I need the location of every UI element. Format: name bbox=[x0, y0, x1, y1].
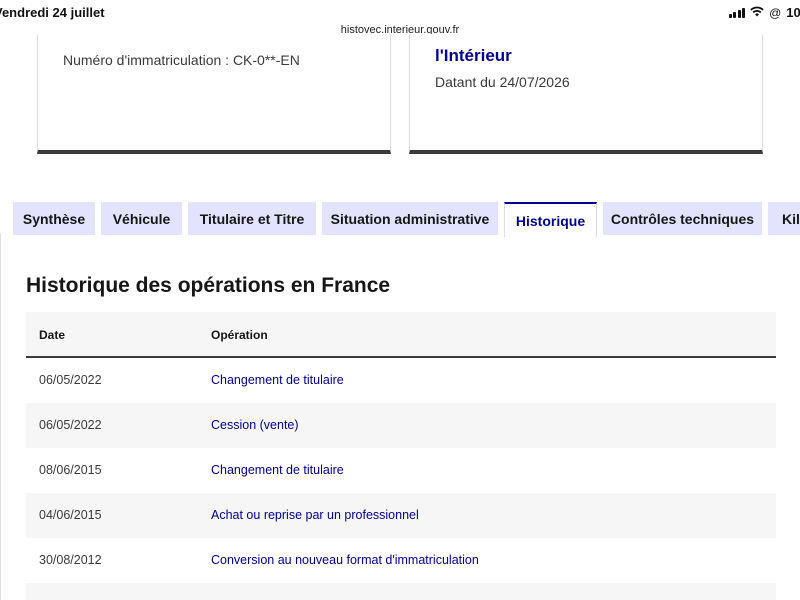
tab-bar: Synthèse Véhicule Titulaire et Titre Sit… bbox=[0, 202, 800, 237]
tab-vehicule[interactable]: Véhicule bbox=[101, 202, 182, 235]
battery-level: 100 bbox=[786, 5, 800, 20]
tab-controles-techniques[interactable]: Contrôles techniques bbox=[603, 202, 762, 235]
tab-kilometrage[interactable]: Kilo bbox=[768, 202, 800, 235]
row-operation: Achat ou reprise par un professionnel bbox=[211, 508, 419, 522]
report-source-title: l'Intérieur bbox=[435, 46, 512, 65]
tab-titulaire[interactable]: Titulaire et Titre bbox=[188, 202, 316, 235]
table-row: 04/06/2015 Achat ou reprise par un profe… bbox=[26, 493, 776, 538]
row-date: 30/08/2012 bbox=[39, 553, 102, 567]
row-operation: Changement de titulaire bbox=[211, 373, 344, 387]
table-header: Date Opération bbox=[26, 312, 776, 358]
registration-number: Numéro d'immatriculation : CK-0**-EN bbox=[63, 52, 300, 68]
row-date: 08/06/2015 bbox=[39, 463, 102, 477]
report-source-card: l'Intérieur Datant du 24/07/2026 bbox=[409, 34, 763, 154]
table-row: 06/05/2022 Cession (vente) bbox=[26, 403, 776, 448]
tab-situation-administrative[interactable]: Situation administrative bbox=[322, 202, 498, 235]
status-bar: Vendredi 24 juillet @ 100 bbox=[0, 0, 800, 24]
column-header-date: Date bbox=[39, 328, 66, 342]
column-header-operation: Opération bbox=[211, 328, 268, 342]
row-date: 04/06/2015 bbox=[39, 508, 102, 522]
table-row bbox=[26, 583, 776, 600]
row-date: 06/05/2022 bbox=[39, 418, 102, 432]
history-panel: Historique des opérations en France Date… bbox=[0, 234, 800, 600]
table-row: 06/05/2022 Changement de titulaire bbox=[26, 358, 776, 403]
report-date: Datant du 24/07/2026 bbox=[435, 74, 570, 90]
table-row: 08/06/2015 Changement de titulaire bbox=[26, 448, 776, 493]
row-operation: Conversion au nouveau format d'immatricu… bbox=[211, 553, 479, 567]
tab-synthese[interactable]: Synthèse bbox=[13, 202, 95, 235]
registration-card: Numéro d'immatriculation : CK-0**-EN bbox=[37, 34, 391, 154]
status-icons: @ 100 bbox=[728, 5, 800, 20]
history-table: Date Opération 06/05/2022 Changement de … bbox=[26, 312, 776, 600]
row-operation: Changement de titulaire bbox=[211, 463, 344, 477]
orientation-lock-icon: @ bbox=[769, 5, 782, 20]
wifi-icon bbox=[750, 6, 764, 19]
table-row: 30/08/2012 Conversion au nouveau format … bbox=[26, 538, 776, 583]
section-title: Historique des opérations en France bbox=[26, 274, 391, 297]
row-operation: Cession (vente) bbox=[211, 418, 299, 432]
status-date: Vendredi 24 juillet bbox=[0, 5, 105, 20]
tab-historique[interactable]: Historique bbox=[504, 202, 597, 237]
cellular-signal-icon bbox=[728, 7, 746, 18]
row-date: 06/05/2022 bbox=[39, 373, 102, 387]
